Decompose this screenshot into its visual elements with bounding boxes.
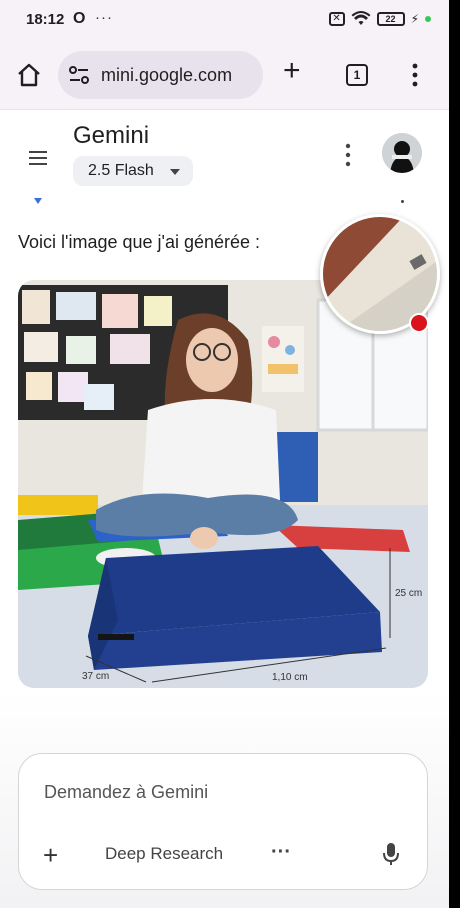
battery-icon: 22 (376, 12, 405, 26)
generated-image[interactable]: 25 cm 37 cm 1,10 cm (18, 280, 428, 688)
hamburger-menu-icon[interactable] (28, 150, 48, 166)
deep-research-button[interactable]: Deep Research (105, 844, 223, 864)
url-text[interactable]: mini.google.com (101, 65, 259, 86)
add-attachment-button[interactable]: + (43, 842, 58, 868)
address-bar[interactable]: mini.google.com (58, 51, 263, 99)
more-vert-icon[interactable] (343, 143, 353, 167)
privacy-dot-icon (425, 16, 431, 22)
sim-off-icon: ✕ (328, 12, 345, 26)
collapse-caret-icon[interactable] (34, 198, 42, 204)
screen-edge (449, 0, 460, 908)
dim-width-label: 37 cm (82, 671, 109, 682)
generated-image-art: 25 cm 37 cm 1,10 cm (18, 280, 428, 688)
more-vert-icon[interactable] (410, 62, 420, 88)
more-tools-button[interactable]: ··· (271, 842, 291, 862)
record-indicator (409, 313, 429, 333)
wifi-icon (351, 11, 371, 25)
status-indicator: O (73, 10, 86, 27)
tab-switcher-button[interactable]: 1 (346, 64, 368, 86)
dim-length-label: 1,10 cm (272, 672, 308, 683)
avatar[interactable] (382, 133, 422, 173)
divider-dot (401, 200, 404, 203)
home-icon[interactable] (16, 62, 42, 88)
status-bar: 18:12 O ··· ✕ 22 ⚡ (0, 0, 449, 40)
prompt-composer[interactable]: Demandez à Gemini + Deep Research ··· (18, 753, 428, 890)
browser-toolbar: mini.google.com + 1 (0, 40, 449, 110)
status-more: ··· (95, 9, 113, 26)
response-text: Voici l'image que j'ai générée : (18, 232, 261, 252)
dim-height-label: 25 cm (395, 588, 422, 599)
chevron-down-icon (170, 169, 180, 175)
charging-icon: ⚡ (410, 12, 419, 26)
prompt-input[interactable]: Demandez à Gemini (44, 782, 208, 803)
status-icons: ✕ 22 ⚡ (328, 11, 431, 27)
new-tab-button[interactable]: + (283, 56, 301, 86)
status-time: 18:12 (26, 11, 65, 28)
tune-icon[interactable] (68, 65, 90, 85)
gemini-title: Gemini (73, 122, 150, 149)
model-label: 2.5 Flash (88, 162, 154, 179)
microphone-icon[interactable] (383, 842, 399, 866)
model-selector[interactable]: 2.5 Flash (73, 156, 193, 186)
avatar-image (382, 133, 422, 173)
phone-screen: 18:12 O ··· ✕ 22 ⚡ mini.google.com + 1 G… (0, 0, 449, 908)
